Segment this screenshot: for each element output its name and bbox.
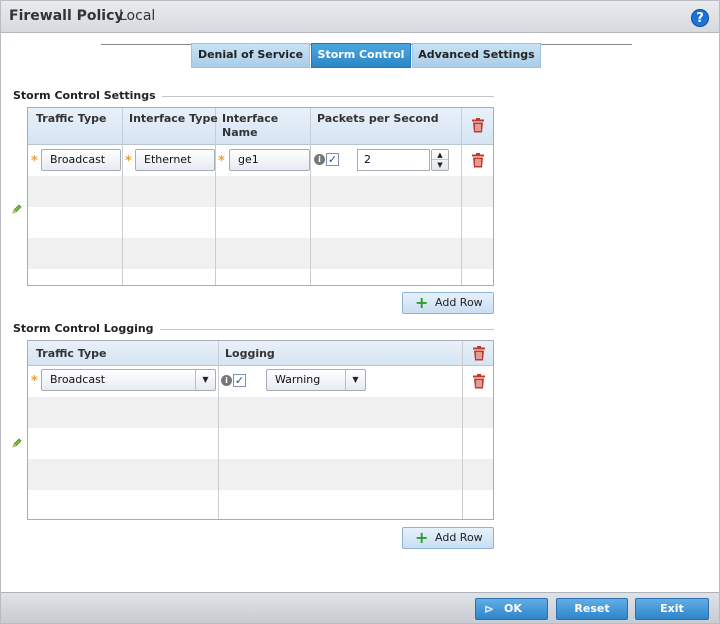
column-divider xyxy=(123,108,216,285)
chevron-down-icon[interactable]: ▼ xyxy=(195,370,215,390)
required-asterisk-icon: * xyxy=(218,154,225,169)
pps-value-input[interactable]: 2 xyxy=(357,149,430,171)
tab-storm-control[interactable]: Storm Control xyxy=(311,43,411,68)
plus-icon: + xyxy=(415,293,429,312)
tab-denial-of-service[interactable]: Denial of Service xyxy=(191,43,310,68)
pps-spinner[interactable]: ▲ ▼ xyxy=(431,149,449,171)
column-header-traffic-type: Traffic Type xyxy=(36,347,107,360)
ok-label: OK xyxy=(504,602,522,615)
storm-logging-add-row-button[interactable]: + Add Row xyxy=(402,527,494,549)
required-asterisk-icon: * xyxy=(31,154,38,169)
delete-row-trash-icon[interactable] xyxy=(471,153,485,168)
spinner-down-icon[interactable]: ▼ xyxy=(432,160,448,170)
column-divider xyxy=(219,341,463,519)
dialog-footer: ⊳ OK Reset Exit xyxy=(1,592,719,623)
delete-all-trash-icon[interactable] xyxy=(472,346,486,361)
logging-enable-checkbox[interactable]: ✓ xyxy=(233,374,246,387)
info-icon: i xyxy=(314,154,325,165)
delete-all-trash-icon[interactable] xyxy=(471,118,485,133)
column-divider xyxy=(311,108,462,285)
window-subtitle: Local xyxy=(119,8,156,24)
interface-type-select[interactable]: Ethernet xyxy=(135,149,215,171)
add-row-label: Add Row xyxy=(435,531,483,544)
column-divider xyxy=(28,108,123,285)
logging-traffic-type-select[interactable]: Broadcast ▼ xyxy=(41,369,216,391)
ok-arrow-icon: ⊳ xyxy=(484,602,495,616)
window-title: Firewall Policy xyxy=(9,8,124,24)
spinner-up-icon[interactable]: ▲ xyxy=(432,150,448,160)
delete-row-trash-icon[interactable] xyxy=(472,374,486,389)
column-header-interface-name: Interface xyxy=(222,112,279,125)
column-header-logging: Logging xyxy=(225,347,275,360)
firewall-policy-window: Firewall Policy Local ? Denial of Servic… xyxy=(0,0,720,624)
window-header: Firewall Policy Local ? xyxy=(1,1,719,33)
ok-button[interactable]: ⊳ OK xyxy=(475,598,548,620)
logging-traffic-type-value: Broadcast xyxy=(50,373,106,386)
pencil-icon xyxy=(12,438,22,448)
pencil-icon xyxy=(12,204,22,214)
reset-button[interactable]: Reset xyxy=(556,598,628,620)
help-icon[interactable]: ? xyxy=(691,9,709,27)
tab-advanced-settings[interactable]: Advanced Settings xyxy=(412,43,541,68)
storm-logging-heading: Storm Control Logging xyxy=(13,322,160,335)
add-row-label: Add Row xyxy=(435,296,483,309)
column-divider xyxy=(28,341,219,519)
pps-enable-checkbox[interactable]: ✓ xyxy=(326,153,339,166)
storm-settings-table: Traffic Type Interface Type Interface Na… xyxy=(27,107,494,286)
column-header-traffic-type: Traffic Type xyxy=(36,112,107,125)
chevron-down-icon[interactable]: ▼ xyxy=(345,370,365,390)
storm-logging-table: Traffic Type Logging * Broadcast ▼ i ✓ W… xyxy=(27,340,494,520)
column-header-packets-per-second: Packets per Second xyxy=(317,112,439,125)
storm-settings-add-row-button[interactable]: + Add Row xyxy=(402,292,494,314)
interface-name-select[interactable]: ge1 xyxy=(229,149,310,171)
exit-button[interactable]: Exit xyxy=(635,598,709,620)
logging-level-select[interactable]: Warning ▼ xyxy=(266,369,366,391)
required-asterisk-icon: * xyxy=(31,374,38,389)
traffic-type-select[interactable]: Broadcast xyxy=(41,149,121,171)
column-header-interface-name-line2: Name xyxy=(222,126,258,139)
column-header-interface-type: Interface Type xyxy=(129,112,218,125)
storm-settings-heading: Storm Control Settings xyxy=(13,89,162,102)
plus-icon: + xyxy=(415,528,429,547)
logging-level-value: Warning xyxy=(275,373,321,386)
required-asterisk-icon: * xyxy=(125,154,132,169)
info-icon: i xyxy=(221,375,232,386)
